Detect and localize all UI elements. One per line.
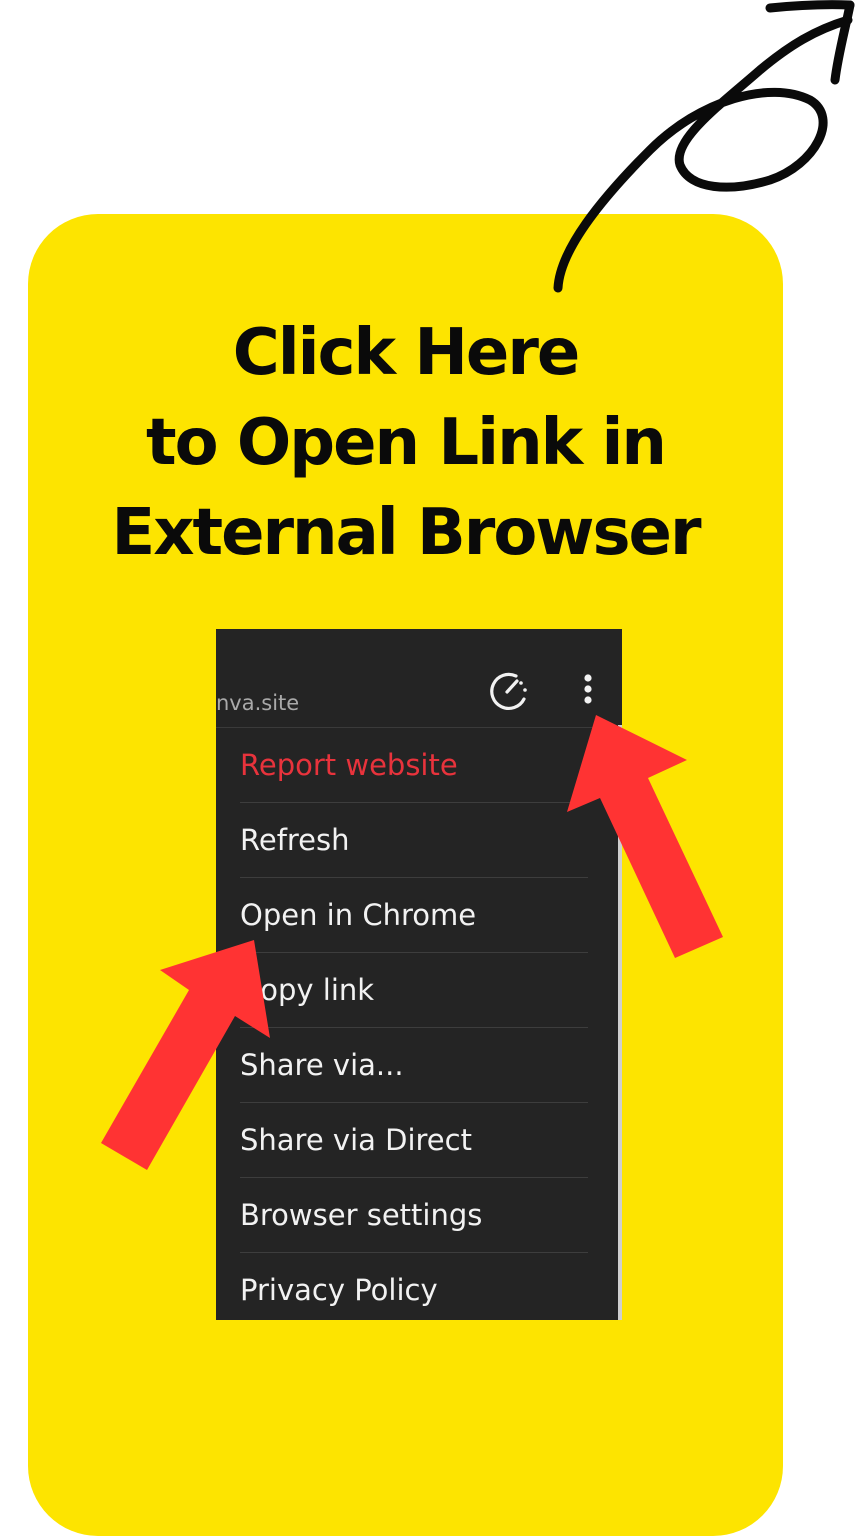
speed-gauge-icon[interactable] — [486, 669, 530, 713]
headline-line-1: Click Here — [232, 316, 581, 390]
browser-menu-screenshot: nva.site Report website Refresh Open in … — [216, 629, 622, 1320]
menu-item-browser-settings[interactable]: Browser settings — [240, 1178, 588, 1253]
overflow-menu: Report website Refresh Open in Chrome Co… — [216, 728, 618, 1320]
menu-item-open-in-chrome[interactable]: Open in Chrome — [240, 878, 588, 953]
menu-item-share-via-direct[interactable]: Share via Direct — [240, 1103, 588, 1178]
menu-item-share-via[interactable]: Share via... — [240, 1028, 588, 1103]
menu-item-report-website[interactable]: Report website — [240, 728, 588, 803]
scroll-edge — [618, 725, 622, 1320]
headline-line-2: to Open Link in — [146, 406, 667, 480]
headline-line-3: External Browser — [111, 496, 701, 570]
menu-item-refresh[interactable]: Refresh — [240, 803, 588, 878]
menu-item-copy-link[interactable]: Copy link — [240, 953, 588, 1028]
headline: Click Here to Open Link in External Brow… — [28, 308, 783, 578]
url-text: nva.site — [216, 691, 300, 715]
menu-item-privacy-policy[interactable]: Privacy Policy — [240, 1253, 588, 1320]
more-vertical-icon[interactable] — [576, 671, 600, 711]
